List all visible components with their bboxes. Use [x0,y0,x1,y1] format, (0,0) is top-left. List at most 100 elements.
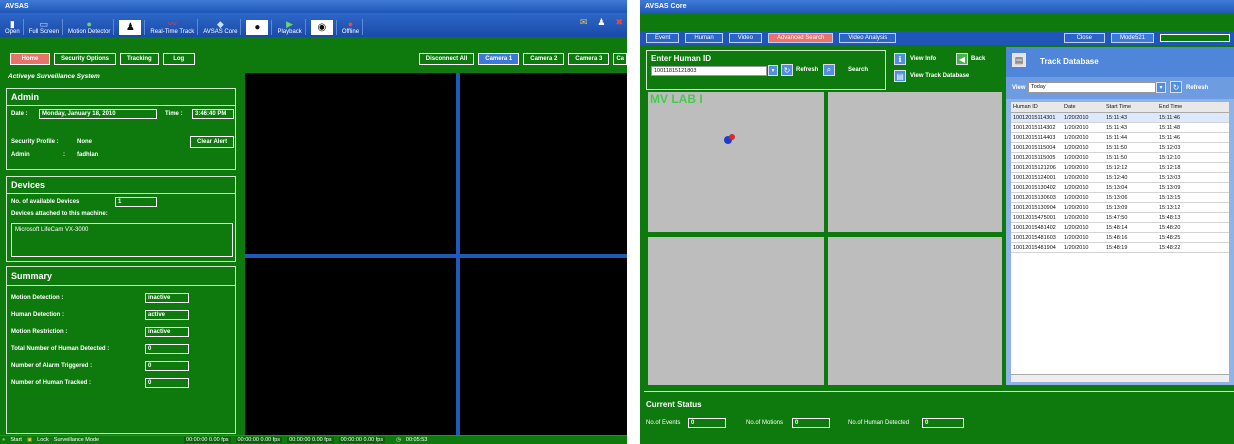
video-pane-4[interactable] [828,237,1002,385]
table-row[interactable]: 10012015115004 1/20/2010 15:11:50 15:12:03 [1011,143,1229,153]
device-item[interactable]: Microsoft LifeCam VX-3000 [15,227,88,233]
table-row[interactable]: 10012015121206 1/20/2010 15:12:12 15:12:18 [1011,163,1229,173]
camera-4-tab[interactable]: Ca [613,53,627,65]
tab-advanced-search[interactable]: Advanced Search [767,33,834,43]
table-row[interactable]: 10012015481603 1/20/2010 15:48:16 15:48:25 [1011,233,1229,243]
table-cell: 1/20/2010 [1064,204,1089,211]
table-row[interactable]: 10012015475001 1/20/2010 15:47:50 15:48:13 [1011,213,1229,223]
core-icon: ◆ [216,19,224,29]
exit-icon[interactable]: ✖ [615,17,623,28]
toolbar-label: Full Screen [28,29,60,35]
tab-video[interactable]: Video [728,33,762,43]
table-row[interactable]: 10012015481402 1/20/2010 15:48:14 15:48:20 [1011,223,1229,233]
toolbar-button-1[interactable]: ▭ Full Screen [26,19,64,35]
view-info-icon[interactable]: ℹ [894,53,906,65]
table-cell: 15:13:04 [1106,184,1128,191]
track-db-filter: View Today ▾ ↻ Refresh [1006,77,1234,99]
start-label[interactable]: Start [10,437,22,443]
table-cell: 15:48:19 [1106,244,1128,251]
table-cell: 1/20/2010 [1064,164,1089,171]
clear-alert-button[interactable]: Clear Alert [190,136,235,148]
close-button[interactable]: Close [1063,33,1105,43]
table-row[interactable]: 10012015114301 1/20/2010 15:11:43 15:11:46 [1011,113,1229,123]
devices-header: Devices [7,177,235,194]
table-row[interactable]: 10012015124001 1/20/2010 15:12:40 15:13:03 [1011,173,1229,183]
table-cell: 10012015130402 [1013,184,1056,191]
tab-human[interactable]: Human [685,33,723,43]
tab-event[interactable]: Event [646,33,680,43]
human-id-dropdown-icon[interactable]: ▾ [768,65,778,76]
admin-header: Admin [7,89,235,106]
track-refresh-button[interactable]: Refresh [1186,85,1208,91]
table-row[interactable]: 10012015481904 1/20/2010 15:48:19 15:48:22 [1011,243,1229,253]
table-cell: 15:12:12 [1106,164,1128,171]
view-dropdown-icon[interactable]: ▾ [1156,82,1166,93]
camera-2-tab[interactable]: Camera 2 [523,53,565,65]
disconnect-all-button[interactable]: Disconnect All [418,53,475,65]
table-cell: 15:12:03 [1159,144,1181,151]
system-name: Activeye Surveillance System [8,73,100,80]
camera-3-tab[interactable]: Camera 3 [568,53,610,65]
search-button[interactable]: Search [848,67,868,73]
camera-1-tab[interactable]: Camera 1 [478,53,520,65]
toolbar-button-4[interactable]: 〰 Real-Time Track [147,19,199,35]
video-pane-2[interactable] [828,92,1002,232]
tab-video-analysis[interactable]: Video Analysis [839,33,897,43]
table-cell: 15:48:16 [1106,234,1128,241]
view-select[interactable]: Today [1028,82,1156,93]
video-pane-3[interactable] [648,237,824,385]
back-button[interactable]: Back [971,56,985,62]
table-row[interactable]: 10012015114302 1/20/2010 15:11:43 15:11:48 [1011,123,1229,133]
lock-icon[interactable]: ▣ [27,437,32,443]
refresh-icon[interactable]: ↻ [781,64,793,76]
start-icon[interactable]: ● [2,437,5,443]
track-db-title: Track Database [1040,57,1099,66]
col-end-time[interactable]: End Time [1159,104,1199,110]
tracking-button[interactable]: Tracking [120,53,159,65]
back-icon[interactable]: ◀ [956,53,968,65]
track-refresh-icon[interactable]: ↻ [1170,81,1182,93]
log-button[interactable]: Log [162,53,195,65]
table-row[interactable]: 10012015115005 1/20/2010 15:11:50 15:12:10 [1011,153,1229,163]
refresh-button[interactable]: Refresh [796,67,818,73]
table-row[interactable]: 10012015130904 1/20/2010 15:13:09 15:13:12 [1011,203,1229,213]
table-cell: 15:13:06 [1106,194,1128,201]
time-label: Time : [165,111,183,117]
toolbar-button-3[interactable]: ♟ [116,20,146,35]
avsas-core-window: AVSAS Core Event Human Video Advanced Se… [640,0,1234,444]
home-button[interactable]: Home [10,53,50,65]
table-cell: 10012015114403 [1013,134,1056,141]
toolbar-label: Motion Detector [68,29,111,35]
attached-devices-label: Devices attached to this machine: [11,211,108,217]
video-pane-1[interactable]: MV LAB I [648,92,824,232]
toolbar-button-0[interactable]: ▮ Open [2,19,24,35]
col-date[interactable]: Date [1064,104,1106,110]
view-track-database-button[interactable]: View Track Database [910,73,969,79]
table-row[interactable]: 10012015130402 1/20/2010 15:13:04 15:13:09 [1011,183,1229,193]
search-icon[interactable]: ⌕ [823,64,835,76]
col-human-id[interactable]: Human ID [1011,104,1064,110]
humans-label: No.of Human Detected [848,420,910,426]
view-info-button[interactable]: View Info [910,56,936,62]
toolbar-button-7[interactable]: ▶ Playback [274,19,306,35]
human-id-input[interactable]: 10011815121803 [651,66,767,76]
table-cell: 1/20/2010 [1064,174,1089,181]
table-row[interactable]: 10012015130603 1/20/2010 15:13:06 15:13:15 [1011,193,1229,203]
date-label: Date : [11,111,28,117]
toolbar-button-8[interactable]: ◉ [308,20,337,35]
device-list[interactable]: Microsoft LifeCam VX-3000 [11,223,233,257]
col-start-time[interactable]: Start Time [1106,104,1159,110]
toolbar-button-5[interactable]: ◆ AVSAS Core [200,19,242,35]
table-cell: 15:13:09 [1106,204,1128,211]
user-icon[interactable]: ♟ [597,17,605,28]
toolbar-button-6[interactable]: ● [243,20,273,35]
horizontal-scrollbar[interactable] [1011,374,1229,382]
track-database-icon[interactable]: ▤ [894,70,906,82]
mail-icon[interactable]: ✉ [580,17,588,28]
toolbar-button-9[interactable]: ● Offline [339,19,364,35]
table-row[interactable]: 10012015114403 1/20/2010 15:11:44 15:11:46 [1011,133,1229,143]
security-options-button[interactable]: Security Options [54,53,117,65]
lock-label[interactable]: Lock [37,437,49,443]
table-cell: 1/20/2010 [1064,134,1089,141]
toolbar-button-2[interactable]: ● Motion Detector [65,19,115,35]
